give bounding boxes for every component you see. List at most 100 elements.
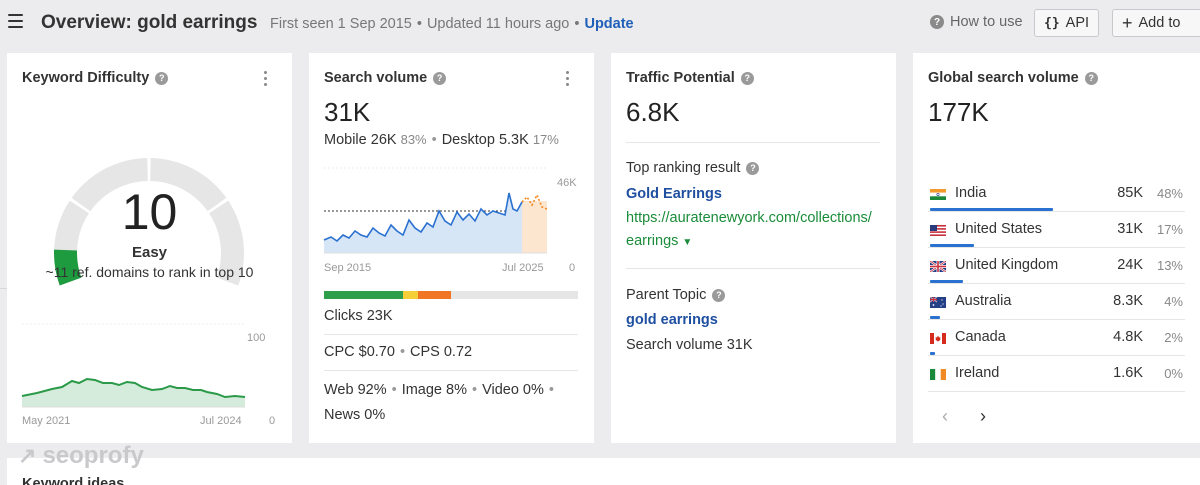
- plus-icon: +: [1122, 13, 1133, 33]
- country-row-canada[interactable]: Canada 4.8K 2%: [928, 319, 1185, 356]
- country-name: United Kingdom: [955, 257, 1059, 273]
- help-icon: ?: [930, 15, 944, 29]
- desktop-label: Desktop: [441, 132, 495, 148]
- difficulty-label: Easy: [131, 244, 168, 261]
- clicks-text: Clicks 23K: [324, 308, 393, 324]
- volume-chart-end: Jul 2025: [502, 262, 544, 274]
- difficulty-subtitle: ~11 ref. domains to rank in top 10: [45, 264, 254, 280]
- cpc-row: CPC $0.70 • CPS 0.72: [324, 344, 473, 360]
- api-button[interactable]: {} API: [1034, 9, 1100, 37]
- click-share-bar: [324, 291, 578, 299]
- divider: [626, 268, 880, 269]
- how-to-use-label: How to use: [950, 14, 1023, 30]
- next-page-icon[interactable]: ›: [980, 406, 986, 427]
- search-volume-value: 31K: [324, 97, 371, 127]
- add-to-button-label: Add to: [1138, 15, 1181, 31]
- previous-page-icon[interactable]: ‹: [942, 406, 948, 427]
- hamburger-menu-icon[interactable]: [8, 14, 23, 28]
- caret-down-icon[interactable]: ▼: [682, 237, 692, 248]
- india-flag-icon: [930, 189, 946, 200]
- country-share: 2%: [1164, 330, 1183, 345]
- desktop-pct: 17%: [532, 132, 559, 147]
- divider: [324, 334, 578, 335]
- ireland-flag-icon: [930, 369, 946, 380]
- search-volume-history-chart: [323, 167, 548, 254]
- volume-chart-min: 0: [569, 262, 576, 274]
- traffic-potential-value: 6.8K: [626, 97, 680, 127]
- country-share: 13%: [1156, 258, 1183, 273]
- global-volume-value: 177K: [928, 97, 989, 127]
- how-to-use-link[interactable]: ? How to use: [930, 14, 1023, 30]
- image-share: Image 8%: [401, 382, 467, 398]
- mobile-pct: 83%: [400, 132, 427, 147]
- country-row-united-kingdom[interactable]: United Kingdom 24K 13%: [928, 247, 1185, 284]
- video-share: Video 0%: [482, 382, 544, 398]
- help-icon[interactable]: ?: [712, 288, 726, 302]
- country-row-india[interactable]: India 85K 48%: [928, 175, 1185, 212]
- country-name: Canada: [955, 329, 1006, 345]
- help-icon[interactable]: ?: [433, 71, 447, 85]
- top-result-url-text: earrings: [626, 233, 679, 249]
- divider: [626, 142, 880, 143]
- divider: [324, 370, 578, 371]
- page-title: Overview: gold earrings: [41, 12, 258, 33]
- updated-text: Updated 11 hours ago: [426, 16, 570, 32]
- country-name: India: [955, 185, 987, 201]
- us-flag-icon: [930, 225, 946, 236]
- difficulty-chart-start: May 2021: [22, 415, 71, 427]
- help-icon[interactable]: ?: [740, 71, 754, 85]
- desktop-value: 5.3K: [498, 132, 529, 148]
- mobile-label: Mobile: [324, 132, 367, 148]
- traffic-potential-title: Traffic Potential ?: [626, 70, 754, 86]
- update-link[interactable]: Update: [584, 16, 633, 32]
- help-icon[interactable]: ?: [155, 71, 169, 85]
- global-volume-title-text: Global search volume: [928, 70, 1079, 86]
- canada-flag-icon: [930, 333, 946, 344]
- top-result-title-link[interactable]: Gold Earrings: [626, 186, 722, 202]
- help-icon[interactable]: ?: [746, 161, 760, 175]
- help-icon[interactable]: ?: [1084, 71, 1098, 85]
- web-share: Web 92%: [324, 382, 387, 398]
- click-share-segment: [417, 291, 451, 299]
- country-volume: 1.6K: [1113, 365, 1143, 381]
- device-split: Mobile 26K 83% • Desktop 5.3K 17%: [324, 132, 559, 148]
- difficulty-chart-min: 0: [269, 415, 276, 427]
- difficulty-chart-end: Jul 2024: [200, 415, 242, 427]
- api-button-label: API: [1065, 15, 1090, 31]
- country-row-australia[interactable]: Australia 8.3K 4%: [928, 283, 1185, 320]
- traffic-potential-title-text: Traffic Potential: [626, 70, 735, 86]
- news-share: News 0%: [324, 407, 386, 423]
- code-braces-icon: {}: [1044, 15, 1060, 31]
- country-row-ireland[interactable]: Ireland 1.6K 0%: [928, 355, 1185, 392]
- divider: [928, 391, 1185, 392]
- parent-topic-label: Parent Topic ?: [626, 287, 726, 303]
- difficulty-score: 10: [121, 184, 178, 240]
- parent-topic-volume: Search volume 31K: [626, 337, 753, 353]
- country-share: 4%: [1164, 294, 1183, 309]
- keyword-ideas-card: Keyword ideas: [7, 458, 1200, 485]
- click-share-segment: [450, 291, 578, 299]
- top-ranking-label-text: Top ranking result: [626, 160, 741, 176]
- top-result-url-line-1[interactable]: https://auratenewyork.com/collections/: [626, 210, 872, 226]
- country-volume: 8.3K: [1113, 293, 1143, 309]
- search-volume-title-text: Search volume: [324, 70, 428, 86]
- top-result-url-line-2[interactable]: earrings ▼: [626, 233, 692, 249]
- serp-types-row: Web 92% • Image 8% • Video 0% •: [324, 382, 554, 398]
- arrow-icon: ↗: [18, 443, 37, 468]
- parent-topic-link[interactable]: gold earrings: [626, 312, 718, 328]
- country-row-united-states[interactable]: United States 31K 17%: [928, 211, 1185, 248]
- more-options-icon[interactable]: [264, 71, 268, 89]
- click-share-segment: [324, 291, 403, 299]
- add-to-button[interactable]: + Add to: [1112, 9, 1200, 37]
- keyword-difficulty-title: Keyword Difficulty ?: [22, 70, 169, 86]
- country-name: United States: [955, 221, 1043, 237]
- traffic-potential-card: Traffic Potential ? 6.8K Top ranking res…: [611, 53, 896, 443]
- country-volume: 24K: [1117, 257, 1143, 273]
- country-share: 48%: [1156, 186, 1183, 201]
- volume-chart-start: Sep 2015: [324, 262, 372, 274]
- uk-flag-icon: [930, 261, 946, 272]
- first-seen-text: First seen 1 Sep 2015: [270, 16, 412, 32]
- cps-text: CPS 0.72: [410, 344, 473, 360]
- global-search-volume-card: Global search volume ? 177K India 85K 48…: [913, 53, 1200, 443]
- more-options-icon[interactable]: [566, 71, 570, 89]
